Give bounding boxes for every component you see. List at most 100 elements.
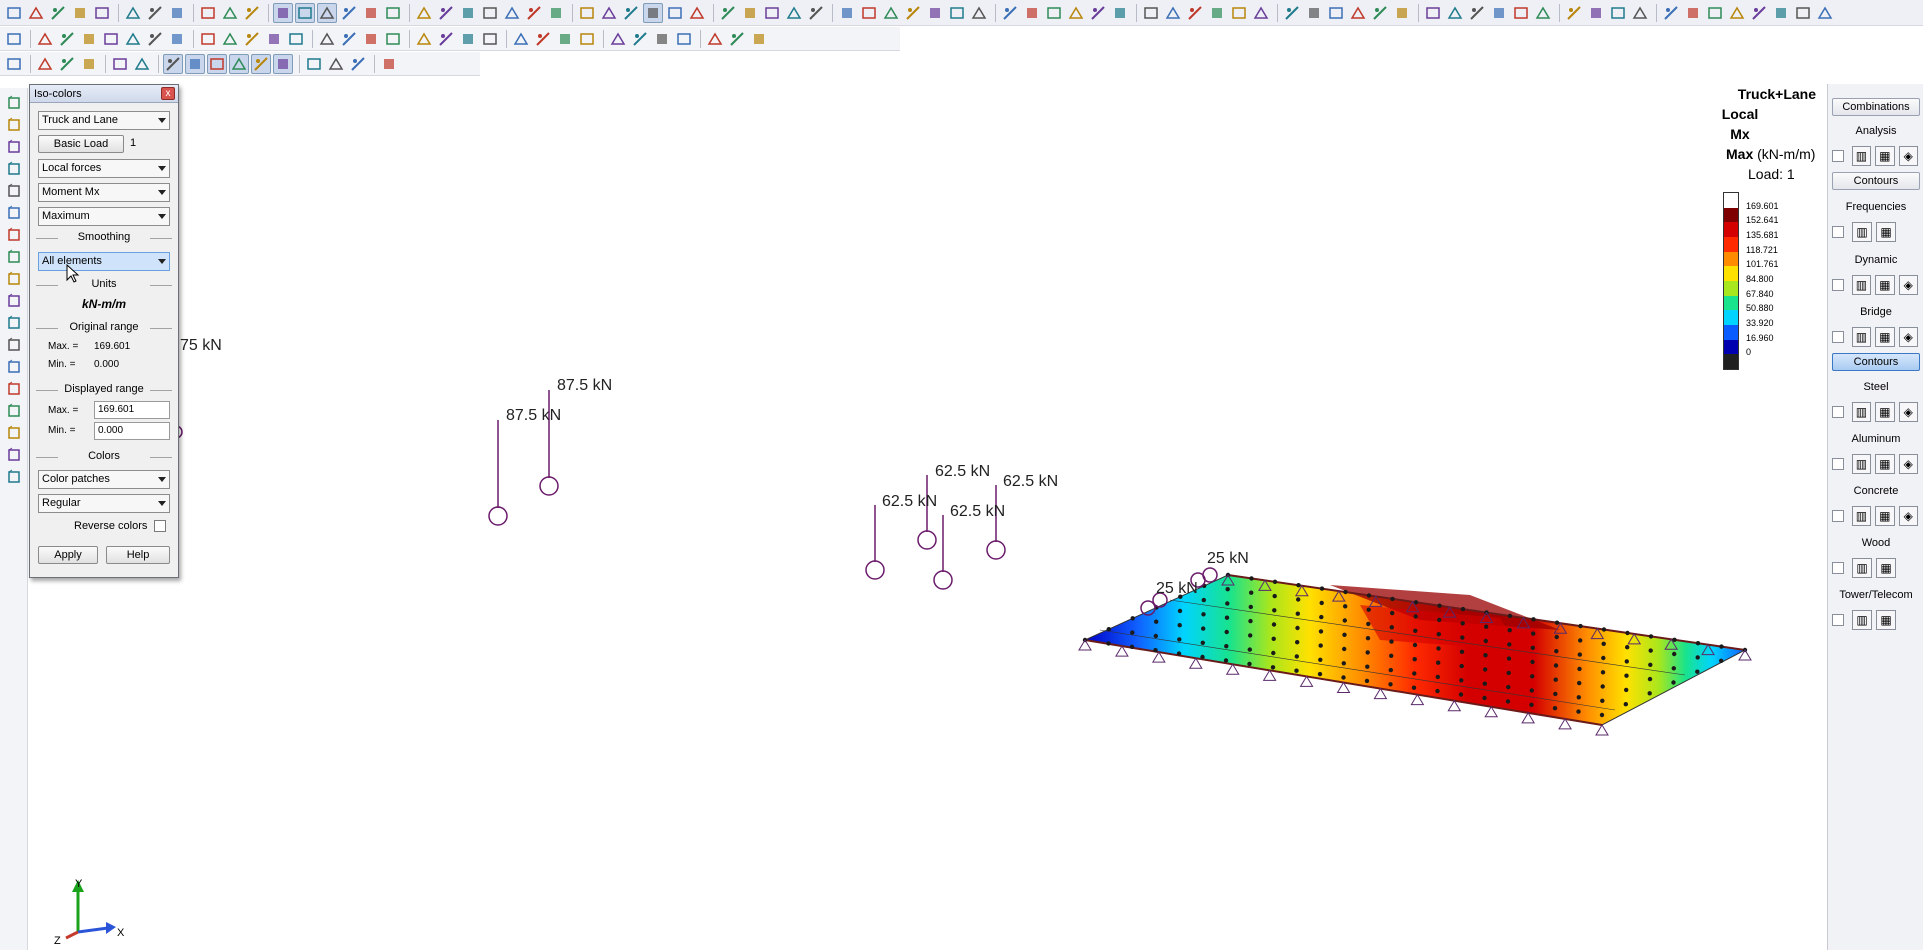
run-icon[interactable]: ▥ <box>1851 275 1872 295</box>
basic-load-button[interactable]: Basic Load <box>38 135 124 153</box>
color-scheme-select[interactable]: Regular <box>38 494 170 513</box>
contour-plate[interactable] <box>1083 574 1747 726</box>
contours-button[interactable]: Contours <box>1832 172 1920 190</box>
reverse-colors-checkbox[interactable] <box>154 520 166 532</box>
run-icon[interactable]: ▥ <box>1851 327 1872 347</box>
run-icon[interactable]: ▥ <box>1851 402 1872 422</box>
legend-component: Mx <box>1730 126 1750 142</box>
plate-node <box>1459 678 1464 683</box>
run-icon[interactable]: ▥ <box>1852 558 1872 578</box>
analysis-checkbox[interactable] <box>1832 150 1844 162</box>
axis-x-label: X <box>117 927 125 939</box>
results-icon[interactable]: ▦ <box>1875 327 1895 347</box>
chevron-down-icon <box>158 259 166 264</box>
plate-node <box>1201 597 1207 603</box>
view-icon[interactable]: ◈ <box>1898 454 1918 474</box>
dynamic-icons: ▥ ▦ ◈ <box>1832 274 1922 296</box>
frequencies-label: Frequencies <box>1845 201 1907 213</box>
force-type-select[interactable]: Local forces <box>38 159 170 178</box>
plate-node <box>1601 641 1606 646</box>
plate-node <box>1225 601 1230 606</box>
combinations-button[interactable]: Combinations <box>1832 98 1920 116</box>
bridge-checkbox[interactable] <box>1832 331 1844 343</box>
disp-max-label: Max. = <box>48 405 79 416</box>
plate-node <box>1200 654 1205 660</box>
run-icon[interactable]: ▥ <box>1851 146 1872 166</box>
basic-load-value: 1 <box>130 137 137 149</box>
apply-button[interactable]: Apply <box>38 546 98 564</box>
plate-node <box>1295 640 1300 645</box>
disp-min-input[interactable]: 0.000 <box>94 422 170 440</box>
plate-node <box>1507 642 1512 647</box>
plate-node <box>1505 699 1511 704</box>
bridge-icons: ▥ ▦ ◈ <box>1832 326 1922 348</box>
run-icon[interactable]: ▥ <box>1851 506 1872 526</box>
view-icon[interactable]: ◈ <box>1898 402 1918 422</box>
disp-max-input[interactable]: 169.601 <box>94 401 170 419</box>
load-case-select[interactable]: Truck and Lane <box>38 111 170 130</box>
tower-telecom-checkbox[interactable] <box>1832 614 1844 626</box>
results-icon[interactable]: ▦ <box>1876 610 1896 630</box>
results-icon[interactable]: ▦ <box>1875 275 1895 295</box>
plate-node <box>1201 612 1206 617</box>
plate-node <box>1224 615 1230 620</box>
results-icon[interactable]: ▦ <box>1876 558 1896 578</box>
model-viewport[interactable]: 75 kN 87.5 kN 87.5 kN 62.5 kN 62.5 kN 62… <box>0 0 1923 950</box>
units-value: kN-m/m <box>81 297 126 311</box>
run-icon[interactable]: ▥ <box>1851 454 1872 474</box>
close-icon[interactable]: x <box>161 87 175 100</box>
dialog-title: Iso-colors <box>30 85 178 103</box>
plate-node <box>1600 698 1605 703</box>
dynamic-checkbox[interactable] <box>1832 279 1844 291</box>
component-select[interactable]: Moment Mx <box>38 183 170 202</box>
view-icon[interactable]: ◈ <box>1898 506 1918 526</box>
results-icon[interactable]: ▦ <box>1876 222 1896 242</box>
plate-node <box>1436 660 1441 665</box>
concrete-label: Concrete <box>1853 485 1899 497</box>
run-icon[interactable]: ▥ <box>1852 610 1872 630</box>
plate-node <box>1625 630 1630 636</box>
help-button[interactable]: Help <box>106 546 170 564</box>
contours-button-active[interactable]: Contours <box>1832 353 1920 371</box>
tower-telecom-label: Tower/Telecom <box>1839 589 1913 601</box>
plate-node <box>1624 659 1630 664</box>
plate-node <box>1507 628 1512 633</box>
plate-node <box>1437 617 1442 623</box>
concrete-checkbox[interactable] <box>1832 510 1844 522</box>
plate-node <box>1224 644 1229 649</box>
plate-node <box>1624 687 1629 693</box>
steel-checkbox[interactable] <box>1832 406 1844 418</box>
aluminum-checkbox[interactable] <box>1832 458 1844 470</box>
smoothing-select[interactable]: All elements <box>38 252 170 271</box>
results-icon[interactable]: ▦ <box>1875 506 1895 526</box>
plate-node <box>1413 614 1418 619</box>
view-icon[interactable]: ◈ <box>1898 275 1918 295</box>
view-icon[interactable]: ◈ <box>1898 327 1918 347</box>
plate-node <box>1272 579 1278 584</box>
analysis-icons: ▥ ▦ ◈ <box>1832 145 1922 167</box>
color-scale-value: 16.960 <box>1746 332 1774 343</box>
extreme-select[interactable]: Maximum <box>38 207 170 226</box>
plate-node <box>1389 625 1395 630</box>
results-icon[interactable]: ▦ <box>1875 402 1895 422</box>
concrete-icons: ▥ ▦ ◈ <box>1832 505 1922 527</box>
plate-node <box>1318 643 1323 648</box>
view-icon[interactable]: ◈ <box>1898 146 1918 166</box>
load-label: 87.5 kN <box>506 407 561 424</box>
results-icon[interactable]: ▦ <box>1875 146 1895 166</box>
plate-node <box>1247 661 1252 667</box>
plate-node <box>1247 647 1253 652</box>
plate-node <box>1529 702 1534 707</box>
plate-node <box>1600 684 1605 689</box>
plate-node <box>1271 636 1276 641</box>
wood-checkbox[interactable] <box>1832 562 1844 574</box>
mouse-cursor-icon <box>66 264 80 283</box>
plate-node <box>1153 648 1158 653</box>
plate-node <box>1435 688 1440 694</box>
plate-node <box>1343 604 1348 609</box>
plate-node <box>1695 655 1700 660</box>
results-icon[interactable]: ▦ <box>1875 454 1895 474</box>
frequencies-checkbox[interactable] <box>1832 226 1844 238</box>
color-mode-select[interactable]: Color patches <box>38 470 170 489</box>
run-icon[interactable]: ▥ <box>1852 222 1872 242</box>
